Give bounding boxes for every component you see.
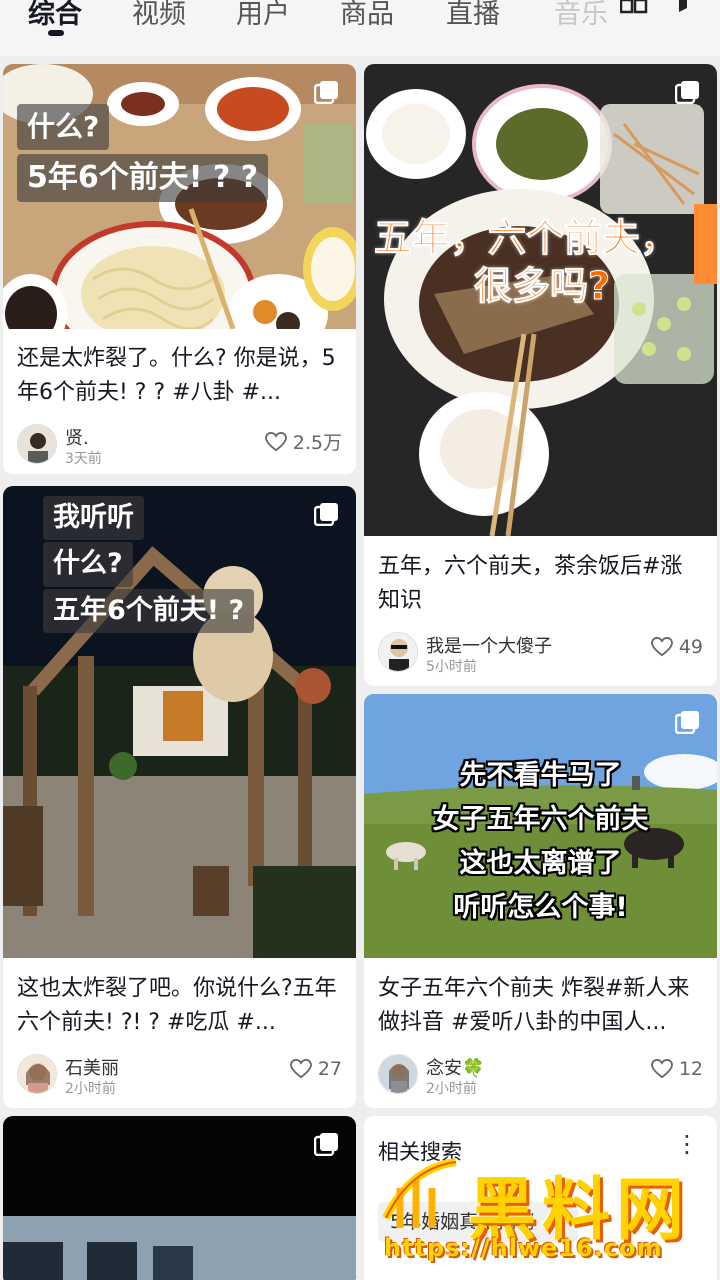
search-tabs: 综合 视频 用户 商品 直播 音乐 (0, 0, 720, 56)
overlay-line: 这也太离谱了 (459, 848, 622, 879)
video-overlay-caption: 我听听 什么? 五年6个前夫! ? (43, 496, 255, 634)
overlay-line: 女子五年六个前夫 (432, 804, 649, 835)
post-time: 2小时前 (65, 1081, 116, 1097)
overlay-line: 听听怎么个事! (453, 892, 628, 923)
like-count: 27 (317, 1058, 342, 1080)
post-time: 3天前 (65, 451, 102, 467)
image-set-icon (314, 503, 338, 526)
video-card[interactable] (3, 1116, 356, 1280)
active-tab-indicator (48, 30, 64, 36)
video-thumbnail[interactable]: 我听听 什么? 五年6个前夫! ? (3, 486, 356, 958)
image-set-icon (314, 1133, 338, 1156)
tab-users[interactable]: 用户 (236, 0, 290, 31)
like-button[interactable]: 27 (289, 1058, 342, 1080)
post-time: 2小时前 (426, 1081, 477, 1097)
avatar[interactable] (378, 1054, 418, 1094)
video-overlay-caption: 先不看牛马了 女子五年六个前夫 这也太离谱了 听听怎么个事! (364, 754, 717, 930)
avatar[interactable] (17, 1054, 57, 1094)
tab-video[interactable]: 视频 (132, 0, 186, 31)
video-thumbnail[interactable] (3, 1116, 356, 1280)
overlay-line: 5年6个前夫! ? ? (17, 153, 269, 203)
layout-toggle-icon[interactable] (620, 0, 648, 16)
video-description: 还是太炸裂了。什么? 你是说，5年6个前夫! ? ? #八卦 #... (17, 346, 336, 405)
author-name[interactable]: 石美丽 (65, 1054, 119, 1080)
author-row: 贤. 3天前 2.5万 (17, 424, 342, 468)
overlay-line: 五年6个前夫! ? (43, 588, 255, 634)
overlay-line: 什么? (43, 542, 133, 587)
author-name[interactable]: 我是一个大傻子 (426, 632, 552, 658)
tab-products[interactable]: 商品 (340, 0, 394, 31)
author-row: 念安🍀 2小时前 12 (378, 1054, 703, 1098)
video-description: 五年，六个前夫，茶余饭后#涨知识 (378, 554, 683, 613)
watermark-logo-icon (382, 1158, 457, 1228)
author-name[interactable]: 贤. (65, 424, 89, 450)
image-set-icon (675, 81, 699, 104)
overlay-line: 先不看牛马了 (459, 760, 622, 791)
image-set-icon (675, 711, 699, 734)
overlay-line: 五年，六个前夫， (373, 216, 679, 261)
watermark-url: https://hlwe16.com (384, 1234, 663, 1262)
like-count: 49 (678, 636, 703, 658)
filter-icon[interactable] (678, 0, 696, 16)
video-description: 这也太炸裂了吧。你说什么?五年六个前夫! ?! ? #吃瓜 #... (17, 976, 337, 1035)
overlay-line: 什么? (17, 104, 110, 150)
tab-music[interactable]: 音乐 (554, 0, 608, 31)
avatar[interactable] (17, 424, 57, 464)
like-count: 2.5万 (292, 432, 342, 454)
video-description: 女子五年六个前夫 炸裂#新人来做抖音 #爱听八卦的中国人... (378, 976, 690, 1035)
like-button[interactable]: 49 (650, 636, 703, 658)
author-row: 我是一个大傻子 5小时前 49 (378, 632, 703, 676)
video-card[interactable]: 五年，六个前夫， 很多吗? 五年，六个前夫，茶余饭后#涨知识 我是一个大傻子 5… (364, 64, 717, 686)
dark-video-image (3, 1116, 356, 1280)
avatar[interactable] (378, 632, 418, 672)
like-button[interactable]: 2.5万 (264, 428, 342, 455)
video-card[interactable]: 什么? 5年6个前夫! ? ? 还是太炸裂了。什么? 你是说，5年6个前夫! ?… (3, 64, 356, 474)
heart-icon (650, 637, 673, 657)
video-thumbnail[interactable]: 五年，六个前夫， 很多吗? (364, 64, 717, 536)
heart-icon (264, 431, 287, 451)
author-row: 石美丽 2小时前 27 (17, 1054, 342, 1098)
heart-icon (289, 1059, 312, 1079)
heart-icon (650, 1059, 673, 1079)
site-watermark: 黑料网 https://hlwe16.com (380, 1158, 710, 1270)
image-set-icon (314, 81, 338, 104)
overlay-line: 我听听 (43, 496, 144, 541)
video-overlay-caption: 什么? 5年6个前夫! ? ? (17, 104, 269, 203)
video-thumbnail[interactable]: 先不看牛马了 女子五年六个前夫 这也太离谱了 听听怎么个事! (364, 694, 717, 958)
tab-comprehensive[interactable]: 综合 (28, 0, 82, 31)
like-count: 12 (678, 1058, 703, 1080)
video-card[interactable]: 先不看牛马了 女子五年六个前夫 这也太离谱了 听听怎么个事! 女子五年六个前夫 … (364, 694, 717, 1108)
video-card[interactable]: 我听听 什么? 五年6个前夫! ? 这也太炸裂了吧。你说什么?五年六个前夫! ?… (3, 486, 356, 1108)
post-time: 5小时前 (426, 659, 477, 675)
like-button[interactable]: 12 (650, 1058, 703, 1080)
video-overlay-caption: 五年，六个前夫， 很多吗? (373, 214, 679, 310)
tab-live[interactable]: 直播 (446, 0, 500, 31)
author-name[interactable]: 念安🍀 (426, 1054, 484, 1080)
video-thumbnail[interactable]: 什么? 5年6个前夫! ? ? (3, 64, 356, 329)
overlay-line: 很多吗? (473, 264, 611, 309)
